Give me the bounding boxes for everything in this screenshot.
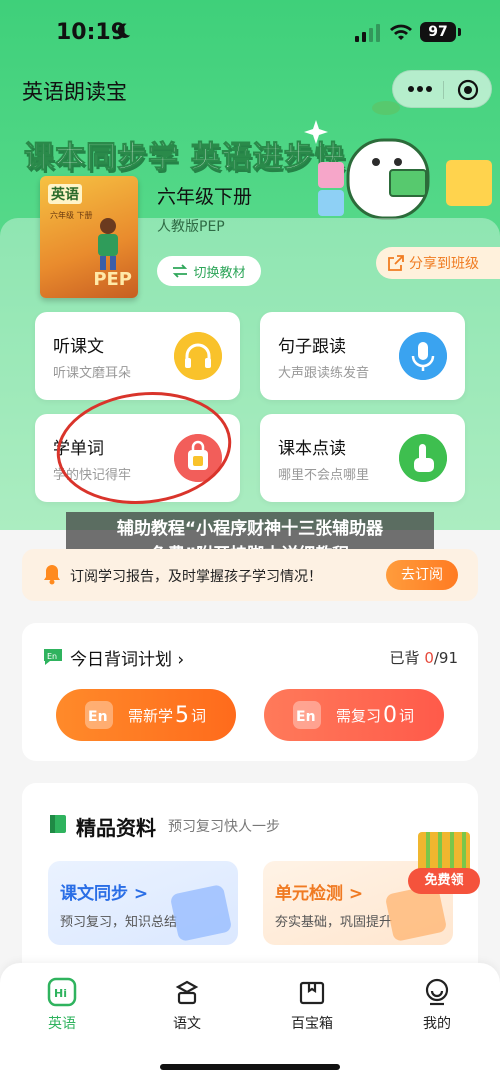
battery-indicator: 97 <box>420 22 461 42</box>
textbook-cover[interactable]: 英语 六年级 下册 PEP <box>40 176 138 298</box>
en-icon: En <box>85 701 113 729</box>
status-bar: 10:19 97 <box>0 0 500 66</box>
en-icon: En <box>293 701 321 729</box>
plan-progress-label: 已背 <box>389 649 420 667</box>
resource-subtitle: 预习复习，知识总结 <box>60 915 178 930</box>
feature-subtitle: 听课文磨耳朵 <box>53 366 132 381</box>
cover-grade: 六年级 下册 <box>50 211 93 220</box>
notice-text: 订阅学习报告，及时掌握孩子学习情况！ <box>70 569 322 585</box>
cover-logo: PEP <box>93 269 132 290</box>
swap-icon <box>173 264 188 278</box>
resource-title: 单元检测 > <box>275 884 364 904</box>
resource-title: 课文同步 > <box>60 884 149 904</box>
moon-icon <box>117 23 131 38</box>
feature-card-point-read[interactable]: 课本点读 哪里不会点哪里 <box>260 414 465 502</box>
feature-title: 句子跟读 <box>278 337 346 357</box>
bell-icon <box>44 565 60 585</box>
cover-title: 英语 <box>48 184 82 204</box>
learn-count: 5 <box>175 702 190 728</box>
plan-progress-done: 0 <box>424 649 434 667</box>
feature-title: 课本点读 <box>278 439 346 459</box>
banner-slogan: 课本同步学 英语进步快 <box>23 140 346 176</box>
tab-label: 我的 <box>423 1016 451 1032</box>
svg-text:Hi: Hi <box>54 987 67 1000</box>
review-words-button[interactable]: En 需复习 0 词 <box>264 689 444 741</box>
resource-card-lesson-sync[interactable]: 课文同步 > 预习复习，知识总结 <box>48 861 238 945</box>
share-to-class-button[interactable]: 分享到班级 <box>376 247 500 279</box>
resources-subtitle: 预习复习快人一步 <box>168 819 280 835</box>
tab-label: 语文 <box>173 1016 201 1032</box>
switch-textbook-button[interactable]: 切换教材 <box>157 256 261 286</box>
tab-chinese[interactable]: 语文 <box>147 977 227 1033</box>
feature-subtitle: 哪里不会点哪里 <box>278 468 370 483</box>
plan-title[interactable]: 今日背词计划 › <box>70 645 184 670</box>
share-icon <box>388 255 404 271</box>
capsule-divider <box>443 81 444 99</box>
red-circle-annotation <box>56 392 232 504</box>
plan-title-text: 今日背词计划 <box>70 650 172 670</box>
en-chat-icon: En <box>44 649 62 665</box>
tab-label: 百宝箱 <box>291 1016 333 1032</box>
book-stack-icon <box>418 832 470 872</box>
feature-card-read-along[interactable]: 句子跟读 大声跟读练发音 <box>260 312 465 400</box>
review-count: 0 <box>383 702 398 728</box>
learn-new-words-button[interactable]: En 需新学 5 词 <box>56 689 236 741</box>
signal-icon <box>355 24 380 42</box>
plan-progress-total: /91 <box>433 649 458 667</box>
resources-title: 精品资料 <box>76 816 156 840</box>
hi-icon: Hi <box>47 977 77 1007</box>
switch-textbook-label: 切换教材 <box>193 265 246 281</box>
tab-toolbox[interactable]: 百宝箱 <box>272 977 352 1033</box>
review-prefix: 需复习 <box>336 706 382 725</box>
home-indicator <box>160 1064 340 1070</box>
more-icon[interactable] <box>407 83 433 95</box>
mascot-illustration <box>318 101 492 220</box>
cover-illustration <box>98 218 118 270</box>
smile-face-icon <box>425 978 449 1006</box>
headphones-icon <box>174 332 222 380</box>
share-label: 分享到班级 <box>409 256 479 272</box>
review-unit: 词 <box>399 706 415 725</box>
feature-title: 听课文 <box>53 337 104 357</box>
learn-prefix: 需新学 <box>128 706 174 725</box>
vocab-plan-card: En 今日背词计划 › 已背 0/91 En 需新学 5 词 En 需复习 0 词 <box>22 623 478 761</box>
plan-progress: 已背 0/91 <box>390 647 458 668</box>
learn-unit: 词 <box>191 706 207 725</box>
microphone-icon <box>399 332 447 380</box>
svg-text:En: En <box>88 709 108 725</box>
free-gift-badge[interactable]: 免费领 <box>408 832 480 894</box>
svg-text:En: En <box>47 652 57 661</box>
tab-label: 英语 <box>48 1016 76 1032</box>
box-icon <box>299 981 325 1005</box>
resource-subtitle: 夯实基础，巩固提升 <box>275 915 393 930</box>
tab-english[interactable]: Hi 英语 <box>22 977 102 1033</box>
free-gift-label: 免费领 <box>408 868 480 894</box>
wifi-icon <box>390 24 412 40</box>
subscribe-button[interactable]: 去订阅 <box>386 560 458 590</box>
student-icon <box>175 980 199 1005</box>
grade-label: 六年级下册 <box>157 186 253 208</box>
edition-label: 人教版PEP <box>157 219 225 235</box>
watermark-line1: 辅助教程“小程序财神十三张辅助器 <box>116 519 384 539</box>
notebook-icon <box>169 883 233 943</box>
book-icon <box>50 815 66 833</box>
svg-text:En: En <box>296 709 316 725</box>
subscribe-notice: 订阅学习报告，及时掌握孩子学习情况！ 去订阅 <box>22 549 478 601</box>
close-program-icon[interactable] <box>457 79 479 101</box>
feature-subtitle: 大声跟读练发音 <box>278 366 370 381</box>
app-title: 英语朗读宝 <box>22 80 127 104</box>
pointing-hand-icon <box>399 434 447 482</box>
tab-profile[interactable]: 我的 <box>397 977 477 1033</box>
